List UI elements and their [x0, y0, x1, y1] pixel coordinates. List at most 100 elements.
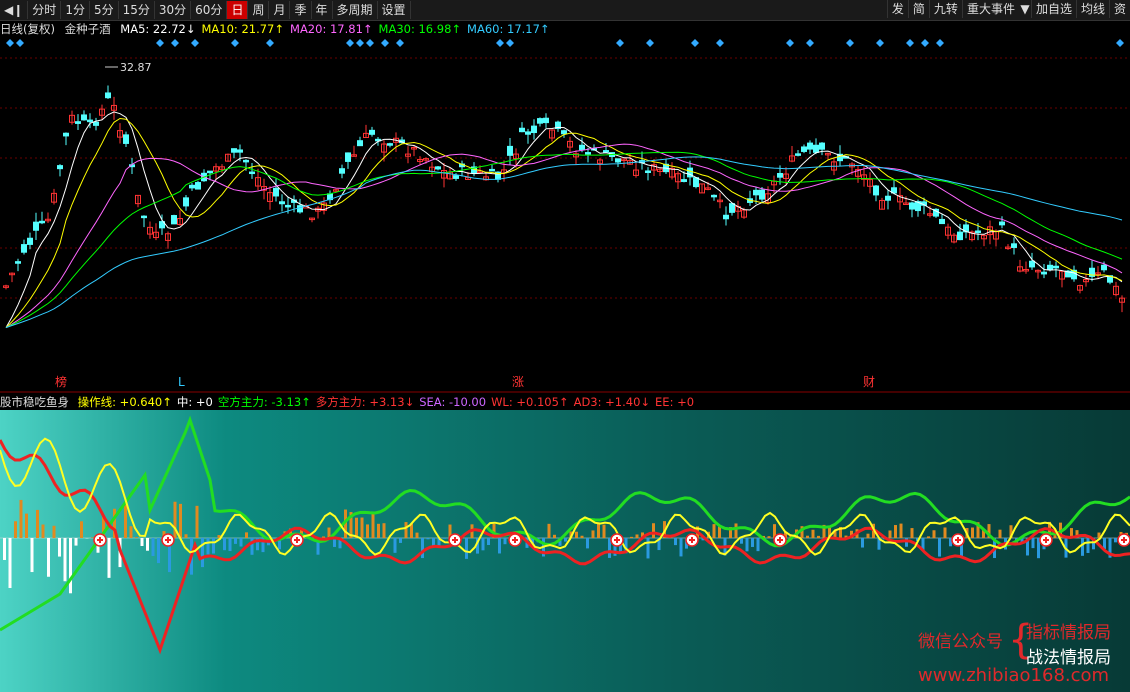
- candle-body: [81, 114, 87, 121]
- period-tab-4[interactable]: 30分: [155, 1, 192, 19]
- period-tab-0[interactable]: 分时: [28, 1, 62, 19]
- histogram-bar: [646, 538, 650, 559]
- ma-line-20: [5, 143, 1123, 329]
- candle-body: [15, 261, 21, 264]
- histogram-bar: [712, 524, 716, 538]
- period-tab-11[interactable]: 多周期: [333, 1, 378, 19]
- candle-body: [123, 134, 129, 144]
- toolbar-button-5[interactable]: 均线: [1075, 0, 1109, 18]
- histogram-bar: [25, 513, 28, 538]
- candle-body: [21, 244, 27, 253]
- signal-diamond-icon: [716, 39, 724, 47]
- histogram-bar: [817, 535, 820, 538]
- candle-body: [531, 125, 537, 134]
- signal-diamond-icon: [506, 39, 514, 47]
- signal-diamond-icon: [231, 39, 239, 47]
- histogram-bar: [1053, 535, 1057, 538]
- toolbar-button-6[interactable]: 资: [1108, 0, 1130, 18]
- candle-body: [141, 215, 147, 219]
- histogram-bar: [377, 523, 380, 538]
- period-tab-8[interactable]: 月: [269, 1, 291, 19]
- toolbar-right-buttons: 发简九转 重大事件 ▼ 加自选 均线资: [886, 0, 1130, 20]
- ma-label-1: MA10: 21.77↑: [201, 22, 285, 36]
- histogram-bar: [503, 538, 507, 545]
- histogram-bar: [971, 527, 974, 538]
- indicator-info-bar: 股市稳吃鱼身 操作线: +0.640↑ 中: +0 空方主力: -3.13↑ 多方主力…: [0, 394, 704, 410]
- candle-body: [585, 152, 591, 155]
- histogram-bar: [718, 526, 721, 538]
- histogram-bar: [179, 503, 182, 538]
- histogram-bar: [888, 530, 892, 538]
- histogram-bar: [1081, 538, 1084, 556]
- indicator-name: 股市稳吃鱼身: [0, 395, 69, 409]
- histogram-bar: [212, 538, 215, 554]
- toolbar-button-4[interactable]: 加自选: [1030, 0, 1076, 18]
- candle-body: [63, 132, 69, 137]
- histogram-bar: [564, 538, 567, 542]
- histogram-bar: [679, 538, 683, 557]
- toolbar-button-2[interactable]: 九转: [928, 0, 962, 18]
- candle-body: [273, 187, 279, 197]
- play-back-icon[interactable]: ◀❙: [0, 1, 29, 19]
- candle-body: [297, 205, 303, 213]
- histogram-bar: [41, 524, 45, 538]
- histogram-bar: [861, 538, 864, 548]
- candle-body: [759, 189, 765, 200]
- histogram-bar: [91, 537, 94, 538]
- histogram-bar: [745, 538, 749, 552]
- candle-body: [339, 168, 345, 174]
- candle-body: [603, 150, 609, 153]
- event-marker-1: L: [178, 375, 185, 389]
- period-tab-10[interactable]: 年: [312, 1, 333, 19]
- period-tab-5[interactable]: 60分: [191, 1, 228, 19]
- period-label: 日线(复权): [0, 22, 55, 36]
- period-tab-6[interactable]: 日: [227, 1, 249, 19]
- candlestick-chart[interactable]: 32.87 榜 L 涨 财: [0, 38, 1130, 410]
- histogram-bar: [580, 535, 584, 538]
- toolbar-button-3[interactable]: 重大事件: [961, 0, 1019, 18]
- period-tab-12[interactable]: 设置: [378, 1, 411, 19]
- period-tab-2[interactable]: 5分: [90, 1, 119, 19]
- period-tab-9[interactable]: 季: [290, 1, 312, 19]
- histogram-bar: [272, 538, 276, 539]
- histogram-bar: [553, 534, 556, 538]
- histogram-bar: [481, 538, 485, 551]
- candle-body: [543, 117, 549, 124]
- toolbar-button-0[interactable]: 发: [886, 0, 908, 18]
- ma-label-2: MA20: 17.81↑: [290, 22, 373, 36]
- candle-body: [909, 202, 915, 210]
- indicator-label-6: AD3: +1.40↓: [573, 395, 651, 409]
- signal-diamond-icon: [906, 39, 914, 47]
- watermark-wechat: 微信公众号: [918, 632, 1003, 652]
- toolbar-button-1[interactable]: 简: [907, 0, 929, 18]
- histogram-bar: [52, 525, 56, 538]
- signal-diamond-icon: [266, 39, 274, 47]
- histogram-bar: [157, 538, 160, 564]
- candle-body: [279, 201, 285, 205]
- histogram-bar: [223, 538, 226, 551]
- histogram-bar: [575, 531, 578, 538]
- candle-body: [975, 230, 981, 234]
- candle-body: [33, 221, 39, 231]
- histogram-bar: [674, 538, 677, 546]
- candle-body: [57, 165, 63, 170]
- dropdown-arrow-icon[interactable]: ▼: [1019, 0, 1031, 20]
- histogram-bar: [195, 505, 199, 538]
- indicator-label-4: SEA: -10.00: [419, 395, 487, 409]
- signal-diamond-icon: [921, 39, 929, 47]
- period-tab-3[interactable]: 15分: [119, 1, 155, 19]
- histogram-bar: [58, 538, 61, 557]
- histogram-bar: [806, 535, 809, 538]
- period-tab-7[interactable]: 周: [248, 1, 270, 19]
- candle-body: [729, 203, 735, 213]
- histogram-bar: [652, 523, 655, 538]
- period-tab-1[interactable]: 1分: [61, 1, 90, 19]
- ma-label-3: MA30: 16.98↑: [378, 22, 462, 36]
- candle-body: [105, 92, 111, 99]
- signal-diamond-icon: [496, 39, 504, 47]
- candle-body: [807, 142, 813, 150]
- candle-body: [615, 158, 621, 163]
- histogram-bar: [151, 538, 155, 556]
- histogram-bar: [140, 538, 144, 547]
- event-marker-2: 涨: [512, 374, 524, 389]
